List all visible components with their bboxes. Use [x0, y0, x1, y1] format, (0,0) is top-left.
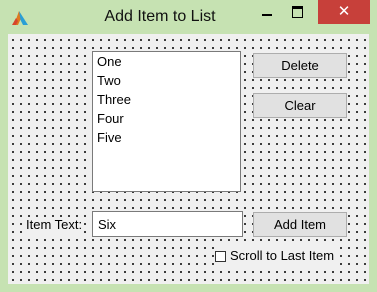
item-text-input[interactable] — [92, 211, 243, 237]
scroll-to-last-item-label[interactable]: Scroll to Last Item — [230, 248, 334, 264]
app-logo-icon — [12, 11, 28, 25]
scroll-to-last-item-checkbox-group[interactable]: Scroll to Last Item — [215, 247, 337, 265]
close-button[interactable]: ✕ — [318, 0, 370, 24]
form-client-area: One Two Three Four Five Delete Clear Ite… — [8, 34, 369, 284]
item-text-label: Item Text: — [25, 217, 84, 233]
delete-button[interactable]: Delete — [253, 53, 347, 78]
item-listbox[interactable]: One Two Three Four Five — [92, 51, 241, 192]
list-item[interactable]: Two — [93, 71, 240, 90]
close-icon: ✕ — [337, 3, 351, 20]
clear-button[interactable]: Clear — [253, 93, 347, 118]
maximize-icon — [292, 6, 303, 18]
add-item-button[interactable]: Add Item — [253, 212, 347, 237]
list-item[interactable]: One — [93, 52, 240, 71]
minimize-icon — [262, 14, 272, 16]
list-item[interactable]: Five — [93, 128, 240, 147]
maximize-button[interactable] — [284, 0, 310, 24]
minimize-button[interactable] — [255, 0, 281, 24]
scroll-to-last-item-checkbox[interactable] — [215, 250, 226, 262]
list-item[interactable]: Four — [93, 109, 240, 128]
list-item[interactable]: Three — [93, 90, 240, 109]
title-bar[interactable]: Add Item to List ✕ — [0, 0, 377, 34]
window-title: Add Item to List — [104, 8, 216, 25]
